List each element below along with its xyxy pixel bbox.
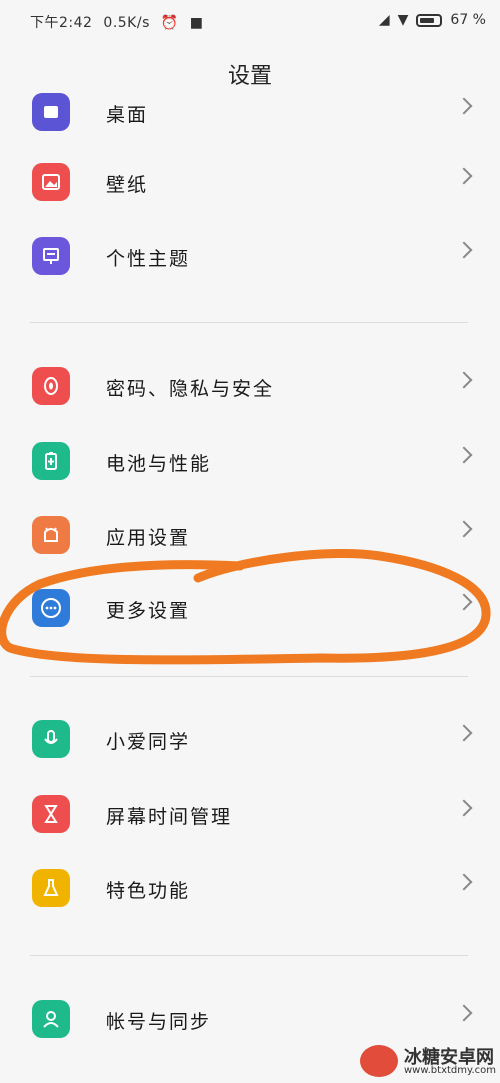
watermark: 冰糖安卓网 www.btxtdmy.com (354, 1041, 497, 1081)
annotation-circle (0, 548, 491, 665)
watermark-logo (360, 1045, 398, 1077)
watermark-url: www.btxtdmy.com (404, 1065, 497, 1076)
